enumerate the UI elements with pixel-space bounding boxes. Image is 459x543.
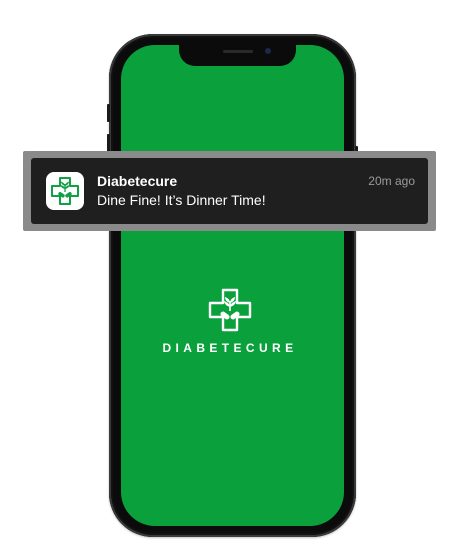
front-camera — [265, 48, 271, 54]
diabetecure-logo-icon — [208, 288, 252, 332]
notch — [179, 45, 296, 66]
phone-device — [107, 34, 358, 537]
silent-switch — [107, 104, 110, 122]
phone-screen[interactable] — [121, 45, 344, 526]
notification-timestamp: 20m ago — [368, 174, 415, 188]
speaker-grille — [223, 50, 253, 53]
notification-app-name: Diabetecure — [97, 173, 178, 189]
diabetecure-logo-icon — [51, 177, 79, 205]
push-notification[interactable]: Diabetecure 20m ago Dine Fine! It’s Dinn… — [23, 151, 436, 231]
splash-title: DIABETECURE — [162, 341, 298, 355]
notification-message: Dine Fine! It’s Dinner Time! — [97, 192, 266, 208]
notification-app-icon — [46, 172, 84, 210]
notification-card[interactable]: Diabetecure 20m ago Dine Fine! It’s Dinn… — [31, 158, 428, 224]
